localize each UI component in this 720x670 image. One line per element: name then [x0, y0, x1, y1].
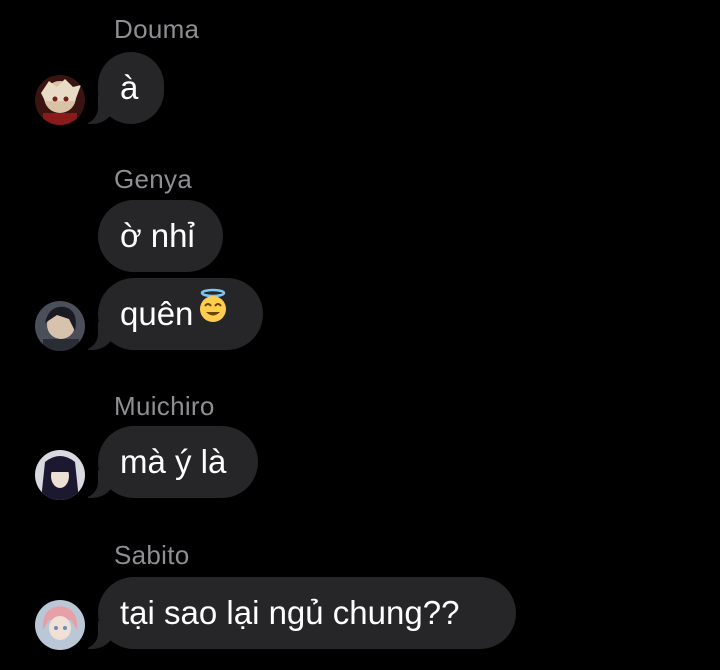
message-text: à: [120, 69, 139, 106]
sabito-avatar-image: [35, 600, 85, 650]
sender-name-muichiro: Muichiro: [114, 391, 215, 421]
message-bubble[interactable]: à: [76, 52, 164, 124]
message-text: ờ nhỉ: [120, 217, 195, 254]
genya-avatar-image: [35, 301, 85, 351]
avatar[interactable]: [35, 600, 85, 650]
message-text: quên: [120, 295, 194, 332]
muichiro-avatar-image: [35, 450, 85, 500]
douma-avatar-image: [35, 75, 85, 125]
smiling-face-with-halo-icon: [195, 277, 231, 349]
avatar[interactable]: [35, 450, 85, 500]
message-text: tại sao lại ngủ chung??: [120, 594, 460, 631]
message-bubble[interactable]: mà ý là: [76, 426, 258, 498]
sender-name-sabito: Sabito: [114, 540, 190, 570]
message-bubble[interactable]: tại sao lại ngủ chung??: [76, 577, 516, 649]
sender-name-genya: Genya: [114, 164, 193, 194]
avatar[interactable]: [35, 75, 85, 125]
message-bubble[interactable]: ờ nhỉ: [98, 200, 223, 272]
avatar[interactable]: [35, 301, 85, 351]
sender-name-douma: Douma: [114, 14, 200, 44]
message-bubble[interactable]: quên: [76, 277, 263, 350]
message-text: mà ý là: [120, 443, 227, 480]
